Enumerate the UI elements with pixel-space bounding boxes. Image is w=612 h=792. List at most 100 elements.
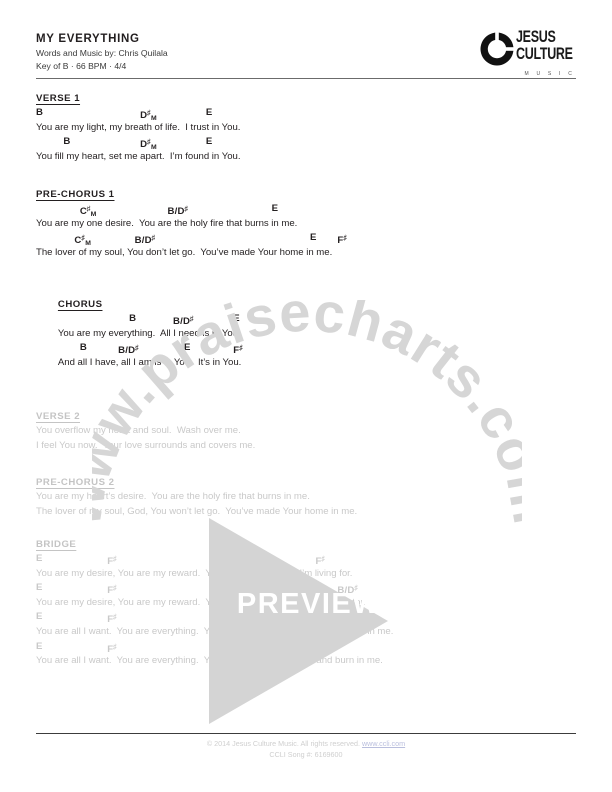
song-section: BRIDGE E F♯ E F♯ You are my desire, You are m…	[36, 534, 576, 669]
lyric-line: You are my heart’s desire. You are the h…	[36, 491, 310, 502]
sharp-sign: ♯	[134, 343, 139, 353]
chord-symbol: F♯	[315, 612, 326, 626]
sharp-sign: ♯	[323, 641, 328, 651]
chord-symbol: C♯M	[74, 233, 92, 248]
chord-sheet: VERSE 1 B D♯M E You are my light, my breath …	[36, 88, 576, 718]
logo-word-music: M U S I C	[524, 71, 575, 77]
song-section: CHORUS B B/D♯ E You are my everything. All I…	[36, 294, 576, 370]
section-label: CHORUS	[57, 299, 103, 310]
sharp-sign: ♯	[321, 583, 326, 593]
chord-symbol: E	[183, 342, 191, 354]
footer-divider	[36, 733, 576, 734]
sharp-sign: ♯	[310, 641, 315, 651]
song-section: VERSE 1 B D♯M E You are my light, my breath …	[36, 88, 576, 164]
publisher-logo: JESUS CULTURE M U S I C	[480, 28, 576, 77]
chord-line: B B/D♯ E	[58, 312, 576, 327]
chord-symbol: G♯M	[216, 641, 235, 656]
chord-symbol: E	[271, 203, 279, 214]
sharp-sign: ♯	[238, 343, 243, 353]
chord-symbol: D♯M	[140, 108, 157, 123]
lyric-line: You overflow my heart and soul. Wash ove…	[36, 425, 241, 436]
sharp-sign: ♯	[354, 612, 359, 622]
chord-line: B B/D♯ E F♯	[58, 341, 576, 356]
chord-symbol: B	[129, 313, 137, 324]
lyric-line: You are my everything. All I need is in …	[57, 327, 241, 339]
chord-symbol: F♯	[107, 641, 117, 655]
sharp-sign: ♯	[86, 204, 91, 213]
minor-suffix: M	[233, 619, 240, 627]
chord-symbol: F♯	[233, 343, 243, 357]
sharp-sign: ♯	[112, 641, 117, 651]
section-label: BRIDGE	[36, 539, 77, 550]
chord-symbol: F♯	[107, 612, 117, 626]
chord-symbol: F♯	[107, 583, 117, 597]
lyric-line: You are my one desire. You are the holy …	[36, 217, 298, 229]
chord-symbol: E	[205, 107, 213, 118]
minor-suffix: M	[150, 144, 157, 152]
chord-symbol: B/D♯	[337, 583, 359, 597]
chord-symbol: E	[222, 582, 229, 594]
sharp-sign: ♯	[112, 583, 117, 593]
chord-symbol: B/D♯	[167, 204, 189, 218]
minor-suffix: M	[90, 211, 97, 219]
sharp-sign: ♯	[112, 554, 117, 563]
song-section: VERSE 2 You overflow my heart and soul. W…	[36, 406, 576, 453]
chord-line: B D♯M E	[36, 135, 576, 152]
chord-line: B D♯M E	[36, 106, 576, 122]
sharp-sign: ♯	[151, 233, 156, 243]
chord-line: E F♯ G♯M F♯ B/D♯	[36, 610, 576, 627]
chord-symbol: B	[36, 107, 44, 118]
logo-word-culture: CULTURE	[516, 43, 573, 63]
song-section: PRE-CHORUS 1 C♯M B/D♯ E You are my one desir…	[36, 184, 576, 260]
sharp-sign: ♯	[321, 554, 326, 563]
chord-symbol: E	[205, 136, 213, 148]
lyric-line: You are my desire, You are my reward. Yo…	[36, 596, 366, 608]
chord-symbol: B/D♯	[118, 343, 139, 357]
chord-line: E F♯ E F♯	[36, 552, 576, 567]
ccli-link[interactable]: www.ccli.com	[362, 739, 405, 748]
sharp-sign: ♯	[229, 612, 234, 622]
document-footer: © 2014 Jesus Culture Music. All rights r…	[36, 738, 576, 760]
chord-symbol: B/D♯	[134, 233, 156, 247]
section-label: VERSE 2	[36, 411, 81, 422]
chord-symbol: F♯	[315, 554, 326, 568]
lyric-line: I feel You now. Your love surrounds and …	[36, 439, 256, 451]
chord-symbol: E	[36, 640, 43, 652]
chord-symbol: F♯/A♯	[304, 641, 328, 655]
chord-symbol: F♯	[315, 583, 326, 597]
section-label: PRE-CHORUS 1	[36, 189, 115, 200]
chord-symbol: F♯	[337, 233, 347, 247]
lyric-line: You are my desire, You are my reward. Yo…	[36, 567, 353, 579]
chord-symbol: B	[63, 136, 71, 148]
sharp-sign: ♯	[189, 314, 194, 323]
chord-line: C♯M B/D♯ E	[36, 202, 576, 218]
publisher-wordmark: JESUS CULTURE M U S I C	[516, 27, 576, 77]
chord-symbol: E	[310, 232, 317, 244]
ccli-song-number: CCLI Song #: 6169600	[269, 750, 343, 759]
sharp-sign: ♯	[354, 583, 359, 593]
lyric-line: You are all I want. You are everything. …	[36, 625, 394, 637]
sharp-sign: ♯	[112, 612, 117, 622]
song-section: PRE-CHORUS 2 You are my heart’s desire. Y…	[36, 472, 576, 519]
section-label: PRE-CHORUS 2	[36, 477, 115, 488]
chord-symbol: E	[36, 582, 43, 594]
lyric-line: You fill my heart, set me apart. I’m fou…	[36, 150, 241, 162]
chord-symbol: E	[36, 553, 43, 564]
lyric-line: The lover of my soul, You don’t let go. …	[36, 246, 333, 258]
chord-symbol: B/D♯	[172, 314, 194, 328]
copyright-text: © 2014 Jesus Culture Music. All rights r…	[206, 739, 362, 748]
jesus-culture-ring-icon	[480, 32, 514, 66]
lyric-line: The lover of my soul, God, You won’t let…	[36, 505, 358, 517]
chord-symbol: B/D♯	[337, 612, 359, 626]
chord-line: C♯M B/D♯ E F♯	[36, 231, 576, 247]
chord-symbol: C♯M	[79, 204, 97, 219]
copyright-line: © 2014 Jesus Culture Music. All rights r…	[36, 738, 576, 749]
logo-word-jesus: JESUS	[516, 27, 556, 47]
sharp-sign: ♯	[184, 204, 189, 213]
chord-symbol: E	[36, 611, 43, 623]
section-label: VERSE 1	[36, 93, 81, 104]
minor-suffix: M	[150, 115, 157, 123]
sharp-sign: ♯	[321, 612, 326, 622]
sharp-sign: ♯	[343, 233, 347, 243]
chord-symbol: B	[79, 342, 87, 354]
